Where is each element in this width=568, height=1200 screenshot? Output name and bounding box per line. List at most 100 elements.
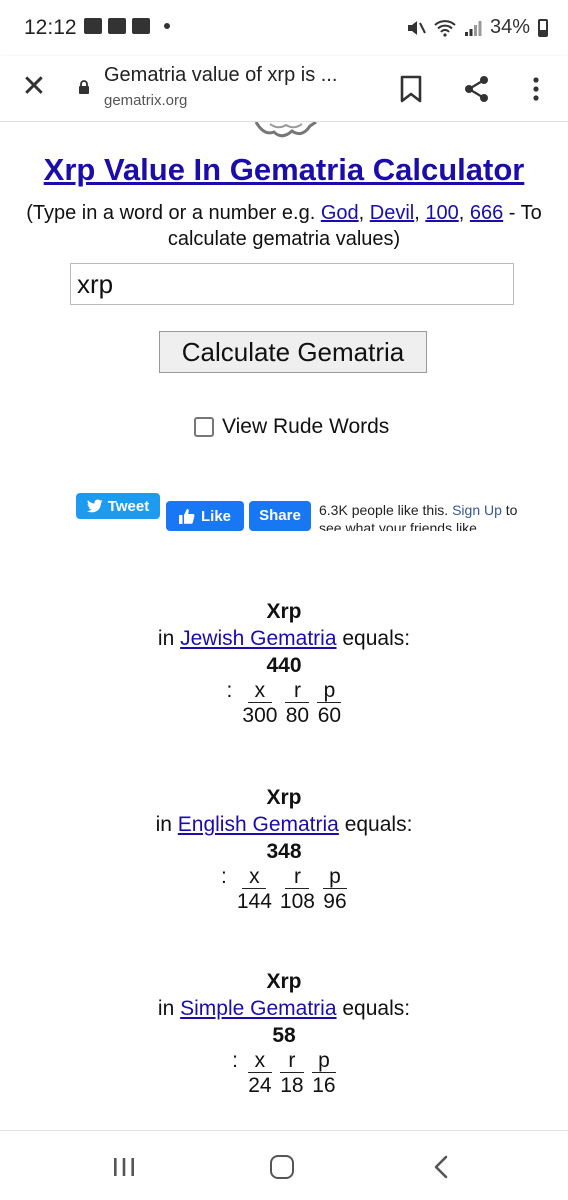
- breakdown-letter: r 18: [279, 1050, 304, 1099]
- example-link-666[interactable]: 666: [470, 202, 503, 224]
- breakdown-letter: p 60: [317, 680, 342, 729]
- breakdown-letter: x 24: [247, 1050, 272, 1099]
- tweet-button[interactable]: Tweet: [76, 493, 160, 519]
- like-count: 6.3K people like this.: [319, 502, 449, 518]
- letter-value: 144: [236, 890, 272, 913]
- result-prefix: in: [157, 997, 175, 1020]
- jewish-gematria-link[interactable]: Jewish Gematria: [180, 627, 336, 650]
- letter-value: 18: [280, 1074, 304, 1097]
- result-total: 58: [272, 1024, 296, 1047]
- chat-icon: [108, 18, 126, 34]
- home-icon[interactable]: [270, 1155, 294, 1179]
- share-icon[interactable]: [462, 74, 492, 104]
- more-notifications-icon: [164, 23, 170, 29]
- result-total: 440: [266, 654, 302, 677]
- example-link-god[interactable]: God: [321, 202, 359, 224]
- letter-value: 300: [242, 704, 278, 727]
- letter: p: [322, 866, 347, 889]
- image-icon: [132, 18, 150, 34]
- english-gematria-link[interactable]: English Gematria: [178, 813, 339, 836]
- simple-gematria-link[interactable]: Simple Gematria: [180, 997, 336, 1020]
- letter: x: [247, 680, 272, 703]
- example-link-100[interactable]: 100: [425, 202, 458, 224]
- letter-breakdown: : x 24 r 18 p 16: [232, 1050, 336, 1099]
- letter-breakdown: : x 300 r 80 p 60: [227, 680, 342, 729]
- view-rude-words-label: View Rude Words: [222, 415, 390, 438]
- letter: r: [285, 680, 310, 703]
- facebook-like-count-text: 6.3K people like this. Sign Up to see wh…: [319, 501, 519, 531]
- lock-icon: [79, 80, 89, 94]
- battery-percent: 34%: [489, 16, 530, 38]
- page-tab-title[interactable]: Gematria value of xrp is ...: [104, 64, 337, 87]
- status-bar: 12:12 34%: [0, 0, 568, 56]
- result-word: Xrp: [266, 970, 302, 993]
- page-title[interactable]: Xrp Value In Gematria Calculator: [0, 152, 568, 188]
- result-system-line: in English Gematria equals:: [0, 811, 568, 838]
- gematria-search-input[interactable]: [70, 263, 514, 305]
- twitter-bird-icon: [86, 499, 103, 513]
- letter-value: 16: [312, 1074, 336, 1097]
- letter: p: [311, 1050, 336, 1073]
- result-prefix: in: [157, 627, 175, 650]
- result-word: Xrp: [266, 600, 302, 623]
- letter-value: 96: [323, 890, 347, 913]
- result-total: 348: [266, 840, 302, 863]
- example-link-devil[interactable]: Devil: [370, 202, 414, 224]
- result-simple-gematria: Xrp in Simple Gematria equals: 58 : x 24 …: [0, 968, 568, 1099]
- letter-value: 80: [285, 704, 310, 727]
- facebook-share-button[interactable]: Share: [249, 501, 311, 531]
- thumbs-up-icon: [178, 509, 195, 524]
- instructions-text: (Type in a word or a number e.g. God, De…: [26, 202, 542, 250]
- letter-breakdown: : x 144 r 108 p 96: [221, 866, 347, 915]
- site-logo-image: [254, 122, 317, 138]
- result-jewish-gematria: Xrp in Jewish Gematria equals: 440 : x 30…: [0, 598, 568, 729]
- result-system-line: in Simple Gematria equals:: [0, 995, 568, 1022]
- mute-icon: [407, 20, 426, 35]
- wifi-icon: [434, 19, 456, 37]
- view-rude-words-checkbox[interactable]: [194, 417, 214, 437]
- facebook-sign-up-link[interactable]: Sign Up: [452, 502, 502, 518]
- letter: r: [279, 1050, 304, 1073]
- close-icon[interactable]: ✕: [18, 72, 50, 104]
- breakdown-colon: :: [226, 679, 233, 702]
- recent-apps-icon[interactable]: [112, 1157, 136, 1177]
- bookmark-icon[interactable]: [398, 74, 424, 104]
- letter-value: 60: [317, 704, 342, 727]
- breakdown-letter: p 96: [322, 866, 347, 915]
- result-english-gematria: Xrp in English Gematria equals: 348 : x1…: [0, 784, 568, 915]
- result-word: Xrp: [266, 786, 302, 809]
- signal-icon: [464, 20, 482, 36]
- letter: x: [247, 1050, 272, 1073]
- calculate-gematria-button[interactable]: Calculate Gematria: [159, 331, 427, 373]
- result-suffix: equals:: [344, 813, 413, 836]
- result-suffix: equals:: [342, 997, 411, 1020]
- facebook-like-button[interactable]: Like: [166, 501, 244, 531]
- notification-icons: [84, 18, 170, 34]
- letter: p: [317, 680, 342, 703]
- system-icons: 34%: [406, 16, 548, 39]
- tweet-label: Tweet: [107, 497, 150, 515]
- like-label: Like: [200, 507, 231, 525]
- letter-value: 108: [279, 890, 315, 913]
- breakdown-letter: x 144: [237, 866, 272, 915]
- browser-toolbar: ✕ Gematria value of xrp is ... gematrix.…: [0, 56, 568, 122]
- more-options-icon[interactable]: [526, 74, 546, 104]
- url-domain[interactable]: gematrix.org: [104, 92, 187, 109]
- battery-icon: [538, 18, 548, 37]
- breakdown-colon: :: [221, 865, 227, 888]
- page-content: Xrp Value In Gematria Calculator (Type i…: [0, 122, 568, 1130]
- message-icon: [84, 18, 102, 34]
- instructions-prefix: (Type in a word or a number e.g.: [26, 202, 316, 224]
- breakdown-letter: r 80: [285, 680, 310, 729]
- breakdown-colon: :: [232, 1049, 238, 1072]
- breakdown-letter: r 108: [280, 866, 315, 915]
- view-rude-words-option[interactable]: View Rude Words: [194, 415, 389, 439]
- social-share-row: Tweet Like Share 6.3K people like this. …: [76, 493, 519, 533]
- result-system-line: in Jewish Gematria equals:: [0, 625, 568, 652]
- back-icon[interactable]: [432, 1155, 450, 1179]
- system-nav-bar: [0, 1130, 568, 1200]
- letter: r: [285, 866, 310, 889]
- letter-value: 24: [248, 1074, 272, 1097]
- breakdown-letter: x 300: [242, 680, 277, 729]
- result-suffix: equals:: [342, 627, 411, 650]
